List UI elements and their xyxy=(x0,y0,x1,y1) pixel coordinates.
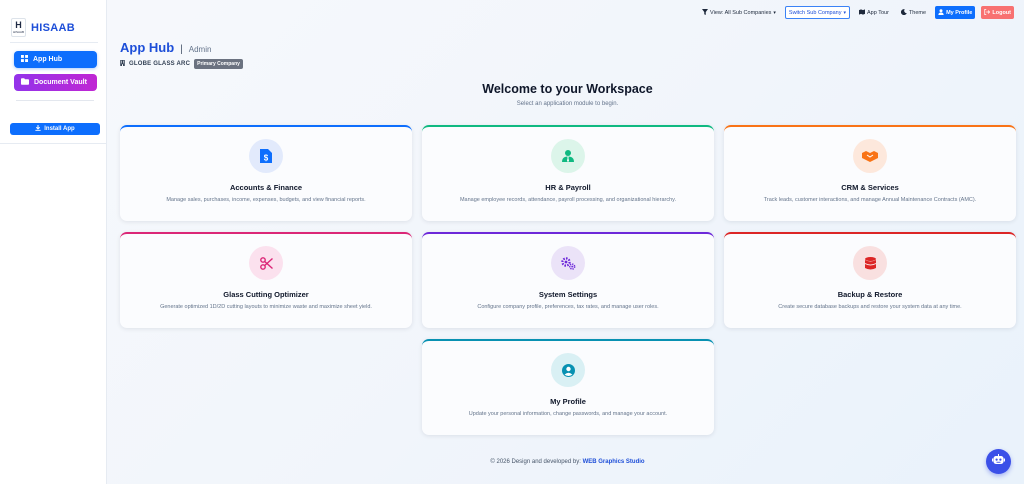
user-role: Admin xyxy=(188,45,212,54)
map-icon xyxy=(859,8,866,17)
divider xyxy=(10,42,98,43)
module-card-accounts-finance[interactable]: $ Accounts & Finance Manage sales, purch… xyxy=(120,125,412,221)
module-description: Update your personal information, change… xyxy=(468,411,668,417)
user-icon xyxy=(938,8,944,17)
svg-text:$: $ xyxy=(264,154,269,163)
view-filter-dropdown[interactable]: View: All Sub Companies ▾ xyxy=(699,6,779,19)
module-card-my-profile[interactable]: My Profile Update your personal informat… xyxy=(422,339,714,435)
module-description: Generate optimized 1D/2D cutting layouts… xyxy=(160,304,372,310)
moon-icon xyxy=(900,8,907,17)
module-title: Glass Cutting Optimizer xyxy=(223,290,309,299)
welcome-title: Welcome to your Workspace xyxy=(482,82,653,96)
status-badge: Primary Company xyxy=(194,59,243,69)
module-description: Track leads, customer interactions, and … xyxy=(763,197,977,203)
view-filter-label: View: All Sub Companies xyxy=(710,9,772,16)
module-description: Manage sales, purchases, income, expense… xyxy=(166,197,366,203)
top-bar: View: All Sub Companies ▾ Switch Sub Com… xyxy=(699,6,1014,19)
my-profile-label: My Profile xyxy=(946,9,973,16)
module-description: Configure company profile, preferences, … xyxy=(477,304,659,310)
title-separator: | xyxy=(180,44,183,55)
switch-sub-company-dropdown[interactable]: Switch Sub Company ▾ xyxy=(784,6,851,19)
footer: © 2026 Design and developed by: WEB Grap… xyxy=(120,459,1015,465)
brand-logo-letter: H xyxy=(15,20,22,30)
sidebar-item-document-vault[interactable]: Document Vault xyxy=(14,74,97,91)
user-circle-icon xyxy=(551,353,585,387)
sidebar: H HISAAB HISAAB App Hub Document Vault I… xyxy=(0,0,107,484)
database-icon xyxy=(853,246,887,280)
page-title-text: App Hub xyxy=(120,40,175,55)
sidebar-item-label: App Hub xyxy=(33,56,63,63)
sign-out-icon xyxy=(984,8,991,17)
module-description: Manage employee records, attendance, pay… xyxy=(459,197,677,203)
switch-sub-company-label: Switch Sub Company xyxy=(788,9,842,16)
module-card-hr-payroll[interactable]: HR & Payroll Manage employee records, at… xyxy=(422,125,714,221)
robot-icon xyxy=(992,453,1005,471)
folder-icon xyxy=(21,78,29,87)
brand-name: HISAAB xyxy=(31,21,75,34)
app-tour-button[interactable]: App Tour xyxy=(856,6,892,19)
scissors-icon xyxy=(249,246,283,280)
company-info: GLOBE GLASS ARC Primary Company xyxy=(120,59,243,69)
module-card-backup-restore[interactable]: Backup & Restore Create secure database … xyxy=(724,232,1016,328)
handshake-icon xyxy=(853,139,887,173)
divider xyxy=(0,143,107,144)
my-profile-button[interactable]: My Profile xyxy=(935,6,976,19)
page-title: App Hub | Admin xyxy=(120,40,211,55)
module-title: Backup & Restore xyxy=(837,290,903,299)
footer-text: © 2026 Design and developed by: xyxy=(490,459,581,465)
company-name: GLOBE GLASS ARC xyxy=(129,61,191,67)
chatbot-button[interactable] xyxy=(986,449,1011,474)
logout-label: Logout xyxy=(992,9,1011,16)
download-icon xyxy=(35,125,41,133)
caret-down-icon: ▾ xyxy=(773,9,776,16)
welcome-subtitle: Select an application module to begin. xyxy=(516,101,619,107)
filter-icon xyxy=(702,8,709,17)
module-title: System Settings xyxy=(538,290,598,299)
invoice-dollar-icon: $ xyxy=(249,139,283,173)
user-tie-icon xyxy=(551,139,585,173)
brand[interactable]: H HISAAB HISAAB xyxy=(11,18,75,37)
brand-logo-sub: HISAAB xyxy=(12,30,24,34)
gears-icon xyxy=(551,246,585,280)
app-tour-label: App Tour xyxy=(867,9,889,16)
module-title: HR & Payroll xyxy=(545,183,591,192)
welcome-section: Welcome to your Workspace Select an appl… xyxy=(120,82,1015,107)
install-app-button[interactable]: Install App xyxy=(10,123,100,135)
sidebar-item-label: Document Vault xyxy=(34,79,87,86)
install-app-label: Install App xyxy=(44,126,75,132)
sidebar-item-app-hub[interactable]: App Hub xyxy=(14,51,97,68)
module-card-glass-cutting-optimizer[interactable]: Glass Cutting Optimizer Generate optimiz… xyxy=(120,232,412,328)
module-title: My Profile xyxy=(550,397,586,406)
grid-icon xyxy=(21,55,28,64)
theme-toggle[interactable]: Theme xyxy=(898,6,929,19)
module-title: CRM & Services xyxy=(841,183,899,192)
module-card-crm-services[interactable]: CRM & Services Track leads, customer int… xyxy=(724,125,1016,221)
module-title: Accounts & Finance xyxy=(229,183,303,192)
footer-link[interactable]: WEB Graphics Studio xyxy=(583,459,645,465)
module-description: Create secure database backups and resto… xyxy=(778,304,962,310)
logout-button[interactable]: Logout xyxy=(981,6,1014,19)
caret-down-icon: ▾ xyxy=(843,9,847,16)
building-icon xyxy=(120,60,125,68)
divider xyxy=(16,100,94,101)
page-header: App Hub | Admin GLOBE GLASS ARC Primary … xyxy=(120,40,243,69)
module-card-system-settings[interactable]: System Settings Configure company profil… xyxy=(422,232,714,328)
brand-logo: H HISAAB xyxy=(11,18,26,37)
theme-label: Theme xyxy=(908,9,927,16)
